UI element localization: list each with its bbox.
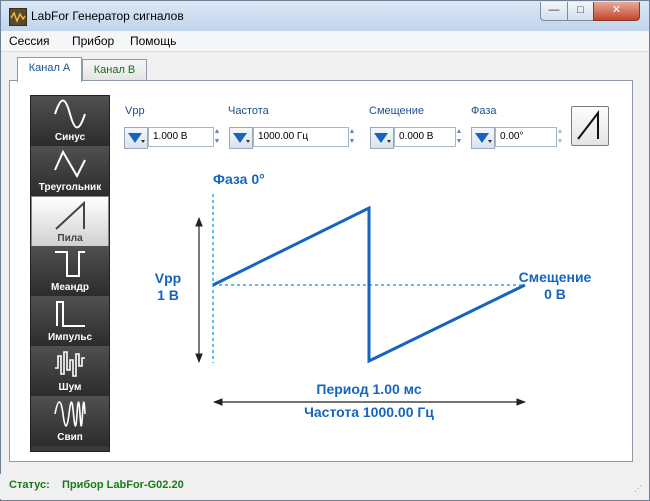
phase-input[interactable]: 0.00° xyxy=(495,127,557,147)
waveform-triangle-label: Треугольник xyxy=(38,182,102,193)
resize-grip-icon[interactable]: ⋰ xyxy=(634,484,642,493)
window-title: LabFor Генератор сигналов xyxy=(31,9,184,23)
noise-wave-icon xyxy=(55,351,85,377)
offset-label: Смещение xyxy=(369,105,425,117)
waveform-noise-label: Шум xyxy=(58,382,82,393)
waveform-triangle-button[interactable]: Треугольник xyxy=(31,146,109,196)
frequency-input[interactable]: 1000.00 Гц xyxy=(253,127,349,147)
close-button[interactable]: ✕ xyxy=(593,2,640,21)
vpp-input[interactable]: 1.000 В xyxy=(148,127,214,147)
vpp-spinner[interactable]: ▲ ▼ xyxy=(212,127,222,147)
sawtooth-wave-icon xyxy=(577,110,599,140)
sweep-wave-icon xyxy=(54,401,86,427)
waveform-sweep-label: Свип xyxy=(57,432,83,443)
menu-device[interactable]: Прибор xyxy=(72,34,114,48)
status-label: Статус: xyxy=(9,479,50,491)
waveform-square-button[interactable]: Меандр xyxy=(31,246,109,296)
title-bar[interactable]: LabFor Генератор сигналов — □ ✕ xyxy=(1,1,649,31)
triangle-down-icon xyxy=(374,133,391,143)
menu-help[interactable]: Помощь xyxy=(130,34,176,48)
status-value: Прибор LabFor-G02.20 xyxy=(62,479,184,491)
minimize-button[interactable]: — xyxy=(540,2,568,21)
vpp-dropdown-button[interactable] xyxy=(124,127,148,149)
app-logo-icon xyxy=(9,8,27,26)
phase-dropdown-button[interactable] xyxy=(471,127,495,149)
triangle-down-icon xyxy=(233,133,250,143)
phase-control: 0.00° ▲ ▼ xyxy=(471,127,565,149)
waveform-noise-button[interactable]: Шум xyxy=(31,346,109,396)
offset-input[interactable]: 0.000 В xyxy=(394,127,456,147)
waveform-sweep-button[interactable]: Свип xyxy=(31,396,109,446)
frequency-label: Частота xyxy=(228,105,269,117)
waveform-selector: Синус Треугольник Пила Меандр Импульс Шу… xyxy=(30,95,110,452)
waveform-square-label: Меандр xyxy=(51,282,89,293)
frequency-control: 1000.00 Гц ▲ ▼ xyxy=(229,127,357,149)
offset-control: 0.000 В ▲ ▼ xyxy=(370,127,464,149)
waveform-sine-label: Синус xyxy=(54,132,86,143)
maximize-button[interactable]: □ xyxy=(567,2,594,21)
tab-channel-a[interactable]: Канал A xyxy=(17,57,82,82)
status-bar: Статус: Прибор LabFor-G02.20 xyxy=(0,474,648,499)
vpp-label: Vpp xyxy=(125,105,145,117)
square-wave-icon xyxy=(55,251,85,277)
sawtooth-wave-icon xyxy=(55,200,85,230)
phase-spinner[interactable]: ▲ ▼ xyxy=(555,127,565,147)
offset-dropdown-button[interactable] xyxy=(370,127,394,149)
offset-spinner[interactable]: ▲ ▼ xyxy=(454,127,464,147)
menu-session[interactable]: Сессия xyxy=(9,34,50,48)
vpp-control: 1.000 В ▲ ▼ xyxy=(124,127,222,149)
triangle-down-icon xyxy=(128,133,145,143)
phase-label: Фаза xyxy=(471,105,497,117)
menu-bar: Сессия Прибор Помощь xyxy=(1,31,649,52)
triangle-wave-icon xyxy=(54,149,86,179)
frequency-dropdown-button[interactable] xyxy=(229,127,253,149)
tab-channel-b[interactable]: Канал B xyxy=(82,59,147,81)
frequency-spinner[interactable]: ▲ ▼ xyxy=(347,127,357,147)
waveform-sawtooth-label: Пила xyxy=(57,233,83,244)
waveform-sine-button[interactable]: Синус xyxy=(31,96,109,146)
pulse-wave-icon xyxy=(56,301,85,327)
waveform-pulse-label: Импульс xyxy=(47,332,93,343)
waveform-sawtooth-button[interactable]: Пила xyxy=(31,196,109,248)
sine-wave-icon xyxy=(54,99,86,129)
waveform-pulse-button[interactable]: Импульс xyxy=(31,296,109,346)
waveform-preview-button[interactable] xyxy=(571,106,609,146)
triangle-down-icon xyxy=(475,133,492,143)
